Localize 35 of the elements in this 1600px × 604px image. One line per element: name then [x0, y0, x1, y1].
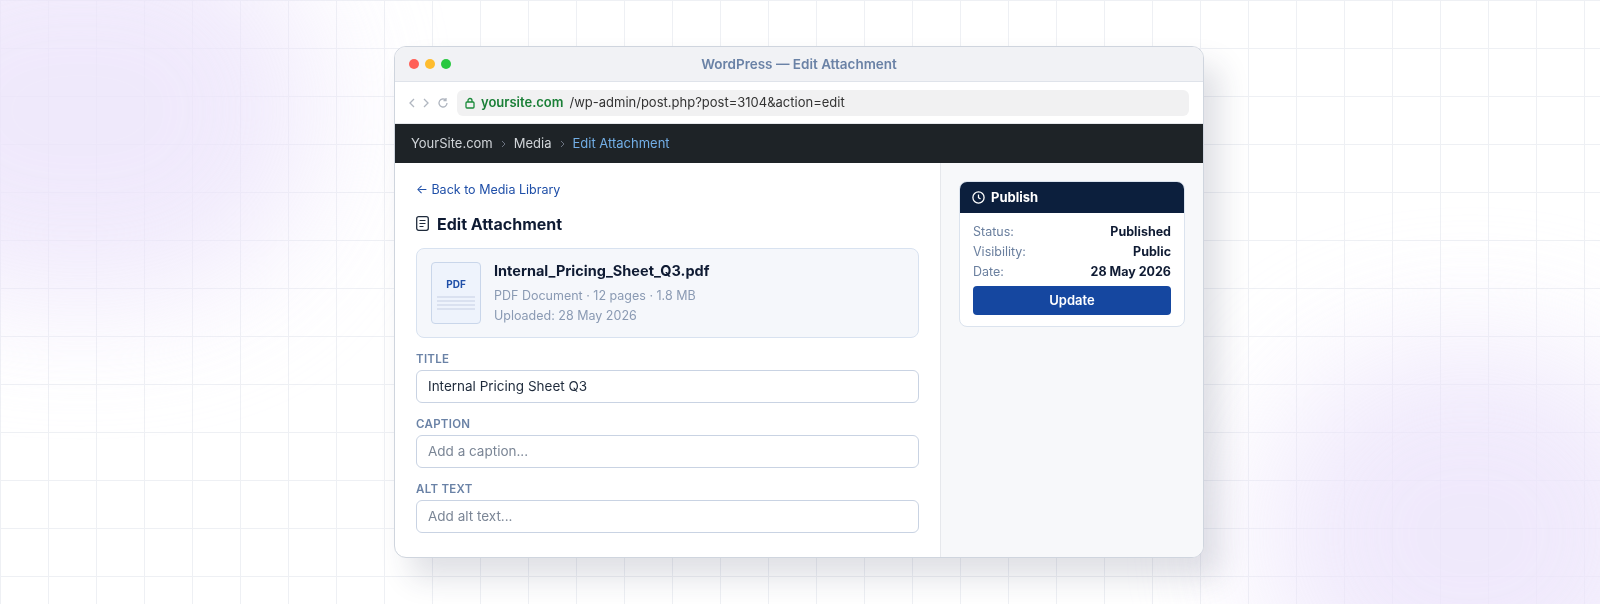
lock-icon: [465, 96, 475, 109]
info-value: 28 May 2026: [1090, 263, 1171, 281]
field-label: CAPTION: [416, 416, 472, 431]
panel-title: Publish: [991, 187, 1039, 207]
file-name: Internal_Pricing_Sheet_Q3.pdf: [494, 261, 710, 282]
chevron-icon: [559, 139, 565, 148]
breadcrumb-link[interactable]: YourSite.com: [411, 133, 493, 154]
address-bar[interactable]: yoursite.com /wp-admin/post.php?post=3104&action=edit: [457, 89, 1189, 116]
info-value: Public: [1133, 243, 1171, 261]
back-link[interactable]: ← Back to Media Library: [416, 181, 919, 200]
breadcrumb-link[interactable]: Media: [513, 133, 552, 154]
chevron-icon: [500, 139, 506, 148]
upload-date: Uploaded: 28 May 2026: [494, 306, 638, 325]
text-field[interactable]: Add a caption...: [416, 434, 919, 468]
back-icon[interactable]: [409, 97, 415, 108]
update-button[interactable]: Update: [973, 286, 1171, 315]
thumbnail-label: PDF: [446, 276, 466, 292]
url-path: /wp-admin/post.php?post=3104&action=edit: [569, 92, 845, 112]
field-label: ALT TEXT: [416, 481, 474, 496]
field-label: TITLE: [416, 351, 451, 366]
document-icon: [416, 216, 429, 232]
file-details: PDF Document · 12 pages · 1.8 MB: [494, 286, 697, 305]
info-value: Published: [1110, 223, 1171, 241]
text-field[interactable]: Add alt text...: [416, 499, 919, 533]
clock-icon: [972, 191, 985, 204]
window-title: WordPress — Edit Attachment: [701, 54, 897, 74]
info-label: Date:: [973, 263, 1004, 281]
info-label: Status:: [973, 223, 1014, 241]
text-field[interactable]: Internal Pricing Sheet Q3: [416, 369, 919, 403]
page-heading: Edit Attachment: [437, 212, 563, 236]
breadcrumb-link[interactable]: Edit Attachment: [572, 133, 670, 154]
info-label: Visibility:: [973, 243, 1026, 261]
reload-icon[interactable]: [437, 96, 449, 109]
forward-icon[interactable]: [423, 97, 429, 108]
url-domain: yoursite.com: [481, 92, 564, 112]
